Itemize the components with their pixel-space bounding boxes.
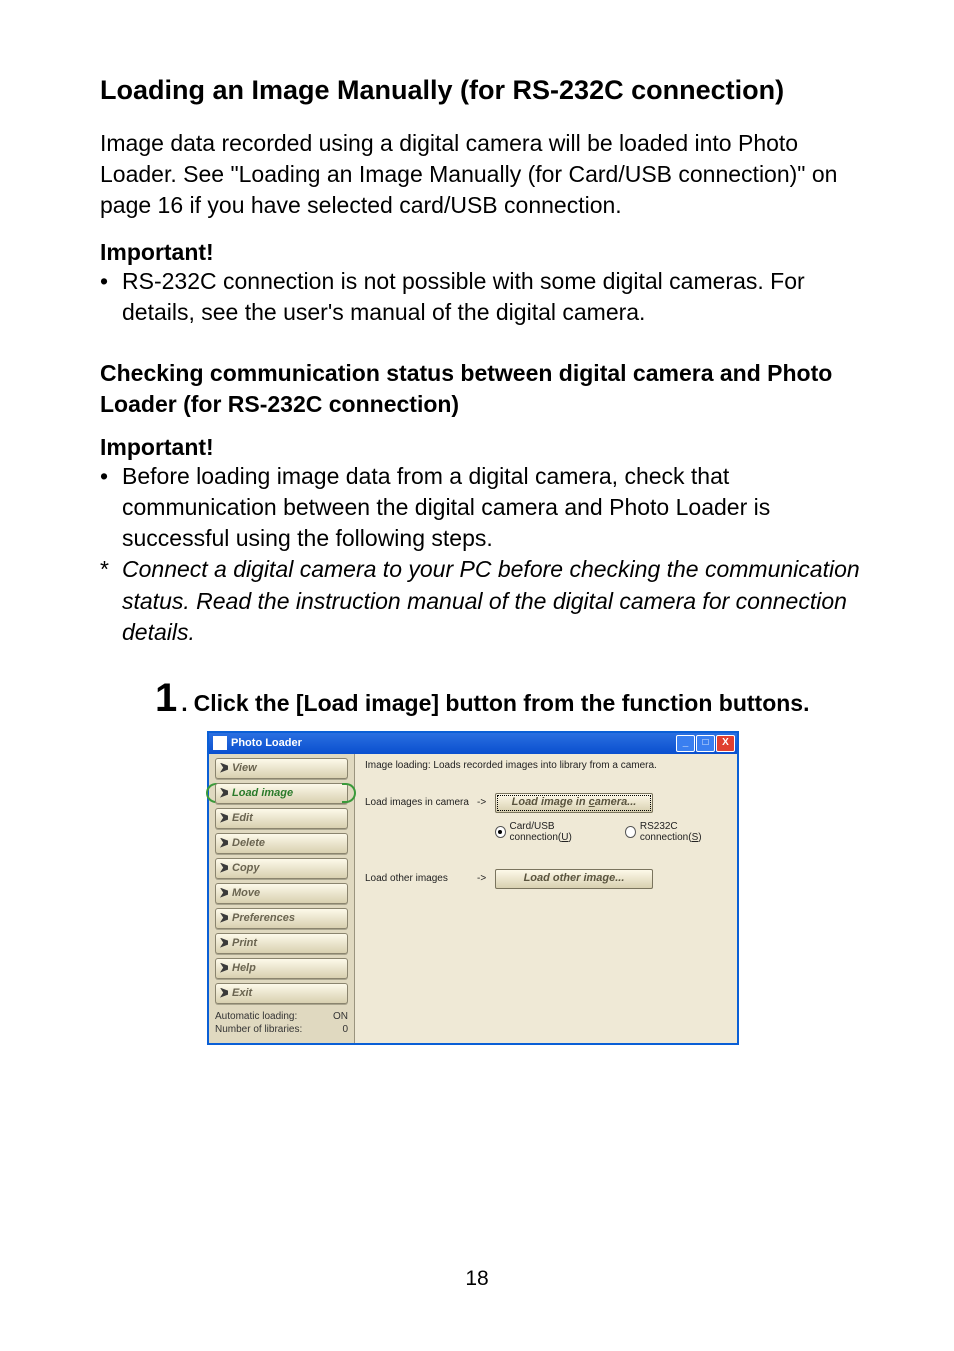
app-window: Photo Loader _ □ X View Load image Edit … xyxy=(207,731,739,1045)
close-button[interactable]: X xyxy=(716,735,735,752)
important-label-2: Important! xyxy=(100,434,879,461)
intro-paragraph: Image data recorded using a digital came… xyxy=(100,128,879,221)
load-camera-label: Load images in camera xyxy=(365,797,477,808)
title-bar: Photo Loader _ □ X xyxy=(209,733,737,754)
sidebar-item-preferences[interactable]: Preferences xyxy=(215,908,348,929)
sidebar-item-print[interactable]: Print xyxy=(215,933,348,954)
arrow-icon: -> xyxy=(477,797,495,808)
bullet-text-2: Before loading image data from a digital… xyxy=(122,461,879,554)
radio-rs232c[interactable]: RS232C connection(S) xyxy=(625,821,727,843)
page-number: 18 xyxy=(0,1267,954,1291)
sidebar-item-copy[interactable]: Copy xyxy=(215,858,348,879)
sidebar-item-exit[interactable]: Exit xyxy=(215,983,348,1004)
bullet-marker: • xyxy=(100,266,122,328)
load-other-image-button[interactable]: Load other image... xyxy=(495,869,653,889)
maximize-button[interactable]: □ xyxy=(696,735,715,752)
step-number: 1 xyxy=(155,676,177,721)
status-box: Automatic loading: ON Number of librarie… xyxy=(215,1010,348,1037)
bullet-text-1: RS-232C connection is not possible with … xyxy=(122,266,879,328)
auto-loading-value: ON xyxy=(333,1010,348,1024)
bullet-marker: • xyxy=(100,461,122,554)
load-image-in-camera-button[interactable]: Load image in camera... xyxy=(495,793,653,813)
app-icon xyxy=(213,736,227,750)
star-note: Connect a digital camera to your PC befo… xyxy=(122,554,879,647)
sidebar-item-edit[interactable]: Edit xyxy=(215,808,348,829)
window-title: Photo Loader xyxy=(231,737,676,749)
sidebar: View Load image Edit Delete Copy Move Pr… xyxy=(209,754,355,1043)
subheading: Checking communication status between di… xyxy=(100,358,879,420)
sidebar-item-view[interactable]: View xyxy=(215,758,348,779)
sidebar-item-delete[interactable]: Delete xyxy=(215,833,348,854)
minimize-button[interactable]: _ xyxy=(676,735,695,752)
sidebar-item-move[interactable]: Move xyxy=(215,883,348,904)
page-heading: Loading an Image Manually (for RS-232C c… xyxy=(100,75,879,106)
step-text: Click the [Load image] button from the f… xyxy=(194,690,810,717)
radio-card-usb[interactable]: Card/USB connection(U) xyxy=(495,821,603,843)
sidebar-item-help[interactable]: Help xyxy=(215,958,348,979)
important-label-1: Important! xyxy=(100,239,879,266)
star-marker: * xyxy=(100,554,122,647)
libraries-label: Number of libraries: xyxy=(215,1023,302,1037)
sidebar-item-load-image[interactable]: Load image xyxy=(215,783,348,804)
content-pane: Image loading: Loads recorded images int… xyxy=(355,754,737,1043)
pane-description: Image loading: Loads recorded images int… xyxy=(365,760,727,771)
selection-indicator-icon xyxy=(342,783,356,803)
libraries-value: 0 xyxy=(342,1023,348,1037)
step-dot: . xyxy=(181,690,187,717)
arrow-icon: -> xyxy=(477,873,495,884)
load-other-label: Load other images xyxy=(365,873,477,884)
auto-loading-label: Automatic loading: xyxy=(215,1010,297,1024)
